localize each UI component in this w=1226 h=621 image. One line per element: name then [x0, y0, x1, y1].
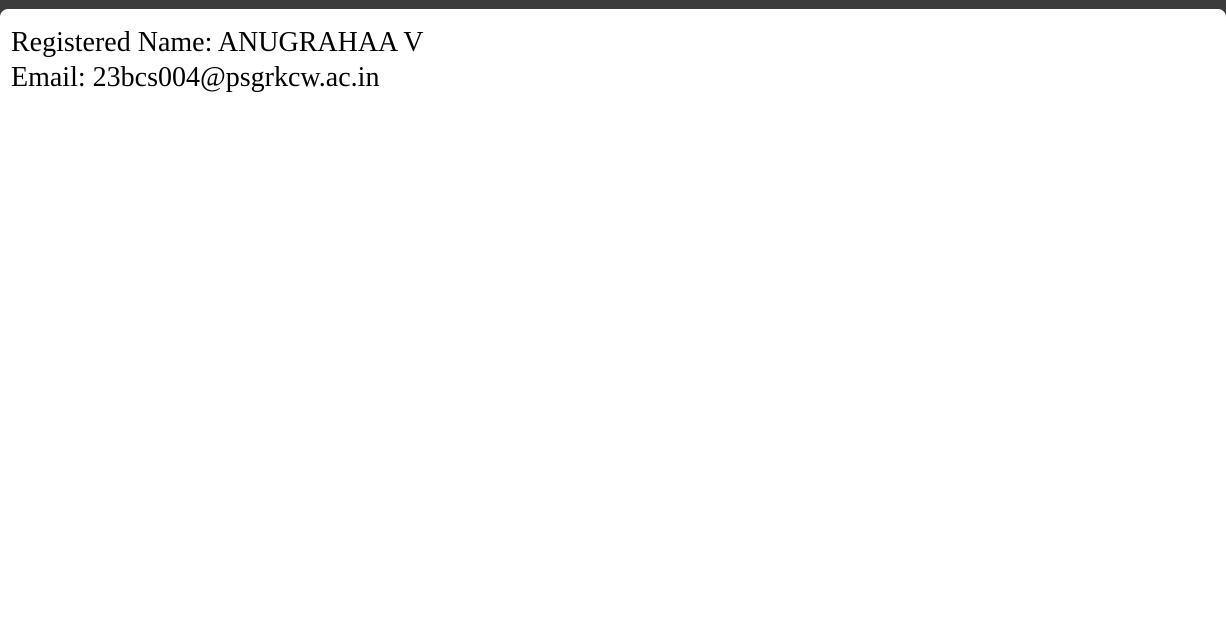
registered-name-text: Registered Name: ANUGRAHAA V	[11, 27, 424, 58]
user-info: Registered Name: ANUGRAHAA V Email: 23bc…	[11, 25, 423, 95]
email-text: Email: 23bcs004@psgrkcw.ac.in	[11, 62, 380, 93]
page-viewport: Registered Name: ANUGRAHAA V Email: 23bc…	[0, 9, 1226, 621]
